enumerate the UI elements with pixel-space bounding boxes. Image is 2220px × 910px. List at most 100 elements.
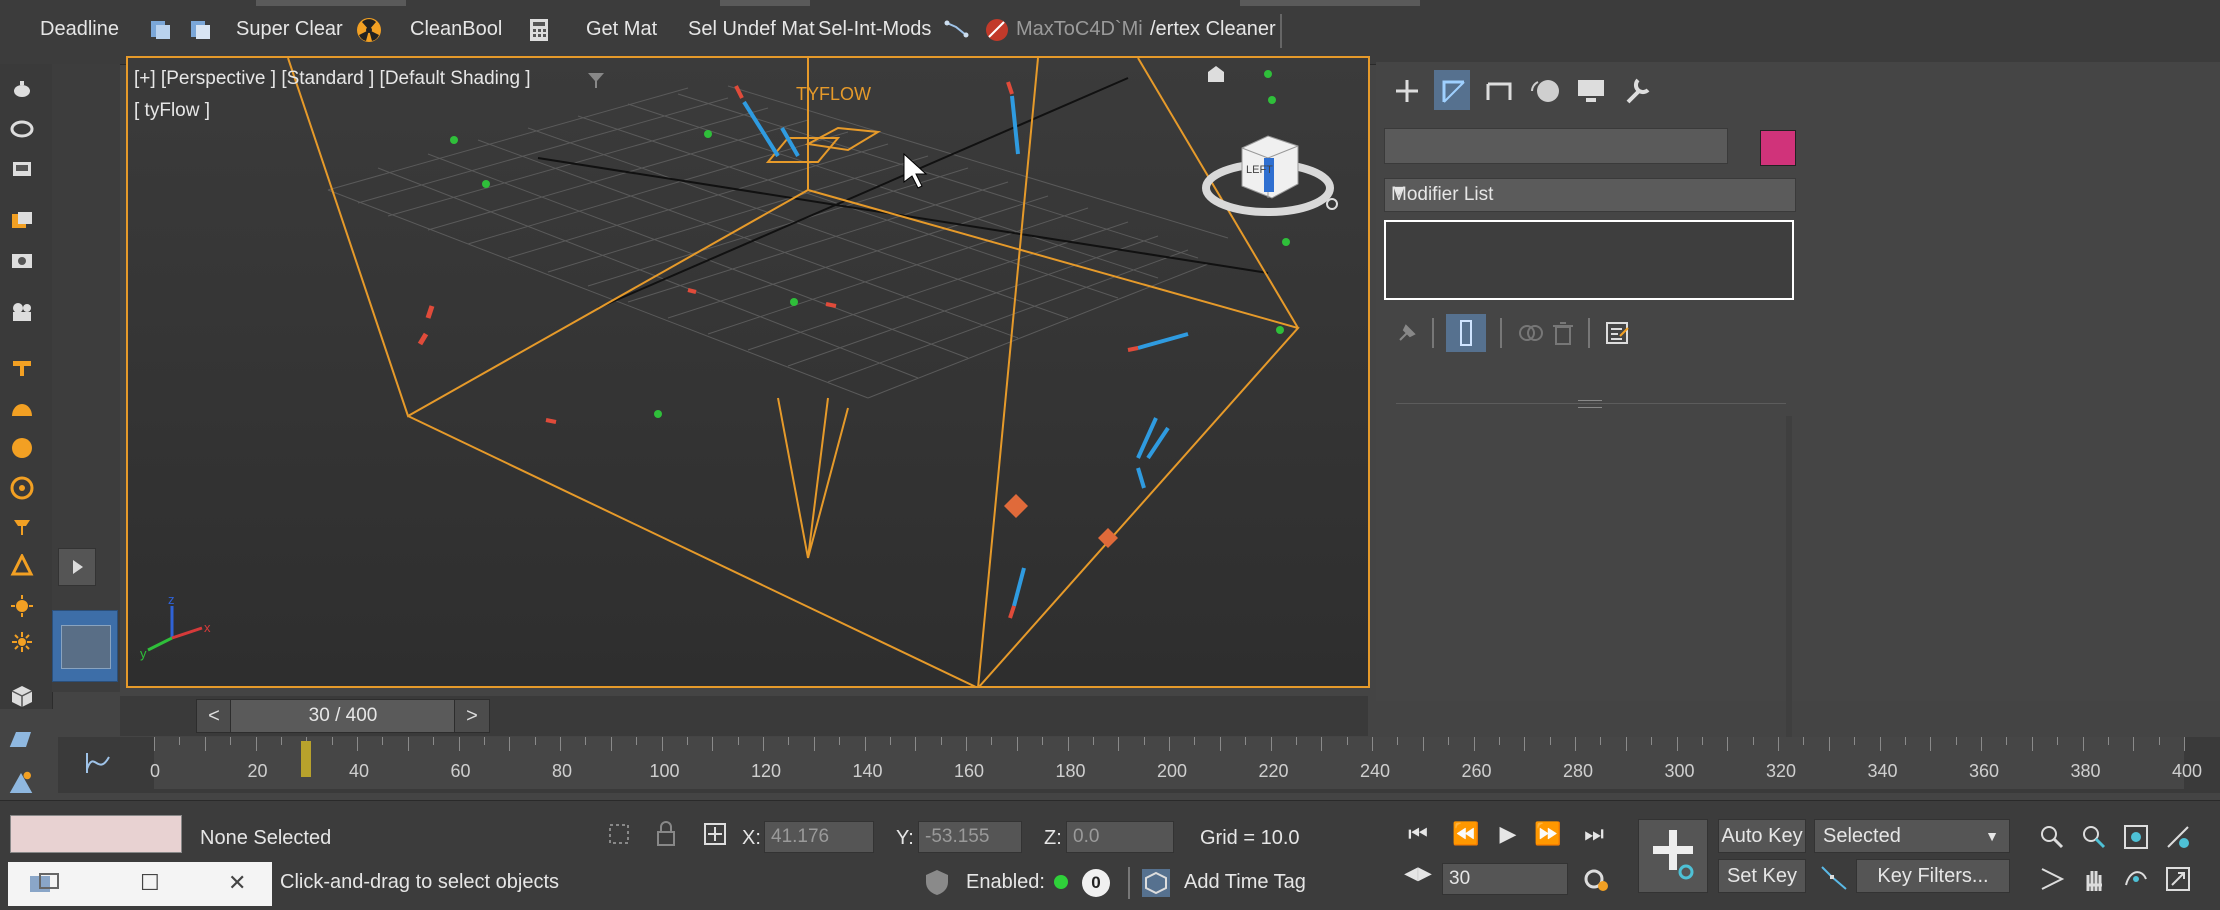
make-unique-icon[interactable] xyxy=(1516,318,1546,348)
current-frame-field[interactable]: 30 xyxy=(1442,863,1568,895)
time-configuration-icon[interactable] xyxy=(1582,865,1610,893)
enabled-count-badge[interactable]: 0 xyxy=(1082,869,1110,897)
home-icon[interactable] xyxy=(1208,66,1224,82)
add-time-tag-button[interactable]: Add Time Tag xyxy=(1184,871,1306,894)
lock-icon[interactable] xyxy=(652,819,680,849)
object-name-field[interactable] xyxy=(1384,128,1728,164)
super-clear-button[interactable]: Super Clear xyxy=(236,18,343,41)
viewport-layout-button[interactable] xyxy=(52,610,118,682)
play-button[interactable]: ▶ xyxy=(1492,821,1524,849)
vertex-cleaner-button[interactable]: /ertex Cleaner xyxy=(1150,18,1276,41)
go-to-start-button[interactable]: ⏮ xyxy=(1402,821,1434,849)
vertex-tool-icon[interactable] xyxy=(944,17,970,43)
modifier-stack[interactable] xyxy=(1384,220,1794,300)
bulb-icon[interactable] xyxy=(10,554,34,578)
viewport-label-menu[interactable]: [+] [Perspective ] [Standard ] [Default … xyxy=(134,68,531,90)
configure-modifier-sets-icon[interactable] xyxy=(1602,318,1632,348)
zoom-icon[interactable] xyxy=(2038,823,2066,851)
auto-key-button[interactable]: Auto Key xyxy=(1718,819,1806,853)
panel-scrollbar[interactable] xyxy=(1786,416,1792,746)
view-cube[interactable]: LEFT xyxy=(1202,118,1342,228)
script-icon[interactable] xyxy=(148,17,174,43)
time-slider-thumb[interactable]: 30 / 400 xyxy=(230,699,456,733)
maxscript-listener-field[interactable] xyxy=(10,815,182,853)
track-bar[interactable]: 0 20 40 60 80 100 120 140 160 180 200 220 240 260 280 3… xyxy=(58,737,2220,793)
zoom-all-icon[interactable] xyxy=(2080,823,2108,851)
dome-light-icon[interactable] xyxy=(10,396,34,420)
modifier-list-dropdown[interactable]: Modifier List ▼ xyxy=(1384,178,1796,212)
perspective-viewport[interactable]: TYFLOW z y x [+] [Perspective] [Standar… xyxy=(126,56,1370,688)
zoom-extents-icon[interactable] xyxy=(2122,823,2150,851)
get-mat-button[interactable]: Get Mat xyxy=(586,18,657,41)
maxtoc4d-icon[interactable] xyxy=(984,17,1010,43)
current-frame-marker[interactable] xyxy=(301,741,312,777)
cube-tool-icon[interactable] xyxy=(10,684,34,708)
box-icon[interactable] xyxy=(10,156,34,180)
y-coord-field[interactable]: -53.155 xyxy=(918,821,1022,853)
sel-int-mods-button[interactable]: Sel-Int-Mods xyxy=(818,18,931,41)
modify-icon[interactable] xyxy=(1436,74,1470,108)
rollout-drag-handle[interactable] xyxy=(1578,400,1602,408)
time-slider[interactable]: < 30 / 400 > xyxy=(120,696,1368,736)
next-key-button[interactable]: ⏩ xyxy=(1532,821,1564,849)
remove-modifier-icon[interactable] xyxy=(1548,318,1578,348)
absolute-mode-icon[interactable] xyxy=(700,819,730,849)
expand-button[interactable] xyxy=(58,548,96,586)
radiation-icon[interactable] xyxy=(356,17,382,43)
spotlight-icon[interactable] xyxy=(10,356,34,380)
key-filters-button[interactable]: Key Filters... xyxy=(1856,859,2010,893)
field-of-view-icon[interactable] xyxy=(2038,865,2066,893)
pin-stack-icon[interactable] xyxy=(1392,318,1422,348)
hierarchy-icon[interactable] xyxy=(1482,74,1516,108)
motion-icon[interactable] xyxy=(1528,74,1562,108)
x-coord-field[interactable]: 41.176 xyxy=(764,821,874,853)
script-icon-2[interactable] xyxy=(188,17,214,43)
camera-group-icon[interactable] xyxy=(10,208,34,232)
skylight-icon[interactable] xyxy=(10,630,34,654)
next-frame-button[interactable]: > xyxy=(454,699,490,733)
filter-icon[interactable] xyxy=(586,70,606,90)
set-key-big-button[interactable] xyxy=(1638,819,1708,893)
sel-undef-mat-button[interactable]: Sel Undef Mat xyxy=(688,18,815,41)
cleanbool-button[interactable]: CleanBool xyxy=(410,18,502,41)
key-mode-toggle[interactable]: ◀▶ xyxy=(1402,863,1434,891)
utilities-icon[interactable] xyxy=(1620,74,1654,108)
previous-frame-button[interactable]: < xyxy=(196,699,232,733)
sun-icon[interactable] xyxy=(10,594,34,618)
lamp-icon[interactable] xyxy=(10,514,34,538)
previous-key-button[interactable]: ⏪ xyxy=(1450,821,1482,849)
isolate-selection-icon[interactable] xyxy=(604,819,634,849)
viewport-label-tyflow[interactable]: [ tyFlow ] xyxy=(134,100,210,122)
create-icon[interactable] xyxy=(1390,74,1424,108)
deadline-button[interactable]: Deadline xyxy=(40,18,119,41)
go-to-end-button[interactable]: ⏭ xyxy=(1578,821,1610,849)
sphere-light-icon[interactable] xyxy=(10,436,34,460)
teapot-icon[interactable] xyxy=(10,76,34,100)
film-icon[interactable] xyxy=(10,300,34,324)
camera-icon[interactable] xyxy=(10,248,34,272)
maximize-icon[interactable]: ☐ xyxy=(140,870,160,896)
time-tag-icon[interactable] xyxy=(1140,867,1172,899)
close-icon[interactable]: ✕ xyxy=(228,870,246,896)
particle-tool-icon[interactable] xyxy=(6,768,36,798)
torus-icon[interactable] xyxy=(10,116,34,140)
set-key-button[interactable]: Set Key xyxy=(1718,859,1806,893)
pan-hand-icon[interactable] xyxy=(2080,865,2108,893)
object-color-swatch[interactable] xyxy=(1760,130,1796,166)
z-coord-field[interactable]: 0.0 xyxy=(1066,821,1174,853)
track-bar-timeline[interactable]: 0 20 40 60 80 100 120 140 160 180 200 220 240 260 280 3… xyxy=(150,737,2202,789)
curve-editor-icon[interactable] xyxy=(84,749,112,777)
key-selection-dropdown[interactable]: Selected ▼ xyxy=(1814,819,2010,853)
maxtoc4d-button[interactable]: MaxToC4D`Mi xyxy=(1016,18,1143,41)
maximize-viewport-icon[interactable] xyxy=(2164,865,2192,893)
script-shield-icon[interactable] xyxy=(922,867,952,897)
show-end-result-button[interactable] xyxy=(1446,314,1486,352)
geosphere-light-icon[interactable] xyxy=(10,476,34,500)
orbit-icon[interactable] xyxy=(2122,865,2150,893)
shape-tool-icon[interactable] xyxy=(6,722,36,752)
calculator-icon[interactable] xyxy=(526,17,552,43)
zoom-extents-all-icon[interactable] xyxy=(2164,823,2192,851)
display-icon[interactable] xyxy=(1574,74,1608,108)
restore-window-icon[interactable] xyxy=(28,872,62,896)
key-tangent-icon[interactable] xyxy=(1818,863,1850,893)
